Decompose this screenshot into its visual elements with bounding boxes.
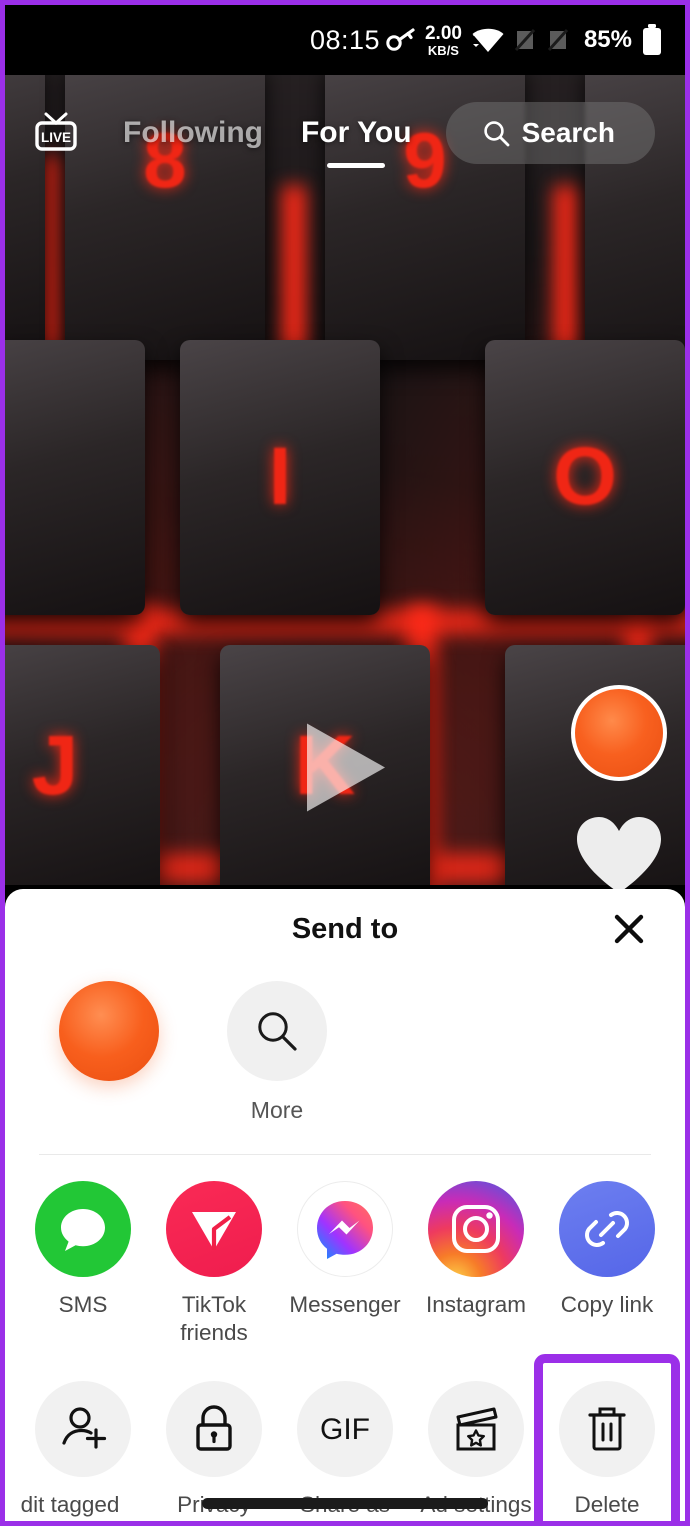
network-speed-unit: KB/S	[427, 42, 459, 58]
sms-icon	[61, 1209, 105, 1251]
delete-circle	[559, 1381, 655, 1478]
tab-for-you[interactable]: For You	[300, 116, 412, 168]
contact-item[interactable]	[43, 981, 175, 1097]
tiktok-friends-circle	[166, 1181, 262, 1277]
keycap-label: J	[31, 718, 79, 812]
share-target-messenger[interactable]: Messenger	[281, 1181, 409, 1347]
close-icon	[614, 914, 644, 944]
gif-circle: GIF	[297, 1381, 393, 1478]
action-label: dit taggedpeople	[20, 1492, 120, 1521]
sheet-divider	[39, 1154, 651, 1155]
share-apps-row: SMS TikTok friends Messenger Instagram C…	[5, 1181, 685, 1347]
signal-none-icon	[547, 28, 569, 52]
share-target-label: Copy link	[560, 1292, 654, 1317]
keycap	[5, 340, 145, 615]
search-button[interactable]: Search	[445, 102, 655, 164]
share-target-label: Messenger	[289, 1292, 401, 1317]
share-target-sms[interactable]: SMS	[19, 1181, 147, 1347]
share-target-label: TikTok friends	[180, 1292, 248, 1346]
status-icons: 2.00 KB/S 85%	[386, 24, 663, 57]
keycap: J	[5, 645, 160, 885]
signal-none-icon	[514, 28, 536, 52]
network-speed: 2.00 KB/S	[425, 24, 462, 57]
action-label: Delete	[574, 1492, 640, 1518]
person-add-icon	[62, 1407, 107, 1449]
ad-settings-circle	[428, 1381, 524, 1478]
share-target-tiktok-friends[interactable]: TikTok friends	[150, 1181, 278, 1347]
instagram-icon	[452, 1205, 500, 1253]
edit-tagged-circle	[35, 1381, 131, 1478]
share-sheet-title: Send to	[291, 912, 399, 945]
tiktok-send-icon	[192, 1212, 236, 1250]
share-sheet-header: Send to	[5, 889, 685, 969]
svg-text:GIF: GIF	[320, 1413, 370, 1446]
tab-for-you-label: For You	[300, 116, 412, 149]
more-contacts-item[interactable]: More	[211, 981, 343, 1124]
keycap-label: I	[268, 431, 292, 522]
keycap-label: O	[553, 431, 617, 522]
heart-icon	[577, 817, 661, 893]
status-bar: 08:15 2.00 KB/S 85%	[5, 5, 685, 75]
top-navigation: LIVE Following For You Search	[5, 93, 685, 173]
share-sheet: Send to More SMS TikTok friends Messenge…	[5, 889, 685, 1521]
avatar[interactable]	[571, 685, 667, 781]
gif-icon: GIF	[320, 1413, 370, 1446]
share-target-label: Instagram	[425, 1292, 527, 1317]
keycap: O	[485, 340, 685, 615]
share-target-label: SMS	[58, 1292, 108, 1317]
network-speed-value: 2.00	[424, 22, 462, 44]
wifi-icon	[472, 28, 504, 52]
search-label: Search	[521, 117, 615, 148]
phone-screen: 8 9 I O J K	[0, 0, 690, 1526]
vpn-key-icon	[386, 28, 415, 51]
copy-link-circle	[559, 1181, 655, 1277]
live-tv-icon: LIVE	[35, 112, 77, 151]
battery-full-icon	[643, 24, 661, 55]
close-button[interactable]	[609, 909, 649, 949]
instagram-circle	[428, 1181, 524, 1277]
action-delete[interactable]: Delete	[534, 1354, 680, 1521]
video-action-rail	[571, 685, 667, 905]
live-button[interactable]: LIVE	[33, 110, 79, 156]
share-target-instagram[interactable]: Instagram	[412, 1181, 540, 1347]
search-icon	[483, 121, 509, 147]
lock-icon	[196, 1405, 232, 1451]
status-time: 08:15	[309, 24, 381, 55]
trash-icon	[588, 1407, 626, 1451]
recent-contacts-row: More	[5, 969, 685, 1124]
home-indicator	[202, 1498, 488, 1509]
more-circle	[227, 981, 327, 1081]
more-label: More	[250, 1097, 304, 1123]
active-tab-underline	[327, 163, 386, 168]
privacy-circle	[166, 1381, 262, 1478]
svg-text:LIVE: LIVE	[41, 130, 71, 145]
keycap: I	[180, 340, 380, 615]
share-target-copy-link[interactable]: Copy link	[543, 1181, 671, 1347]
play-triangle-icon	[307, 723, 385, 812]
action-edit-tagged-people[interactable]: dit taggedpeople	[19, 1381, 147, 1521]
sms-circle	[35, 1181, 131, 1277]
clapperboard-star-icon	[456, 1407, 498, 1451]
play-button[interactable]	[299, 718, 391, 823]
battery-percent: 85%	[583, 26, 632, 53]
tab-following[interactable]: Following	[123, 116, 263, 150]
messenger-circle	[297, 1181, 393, 1277]
messenger-icon	[317, 1201, 373, 1259]
profile-avatar	[59, 981, 159, 1081]
search-icon	[258, 1012, 297, 1051]
link-icon	[585, 1211, 629, 1247]
